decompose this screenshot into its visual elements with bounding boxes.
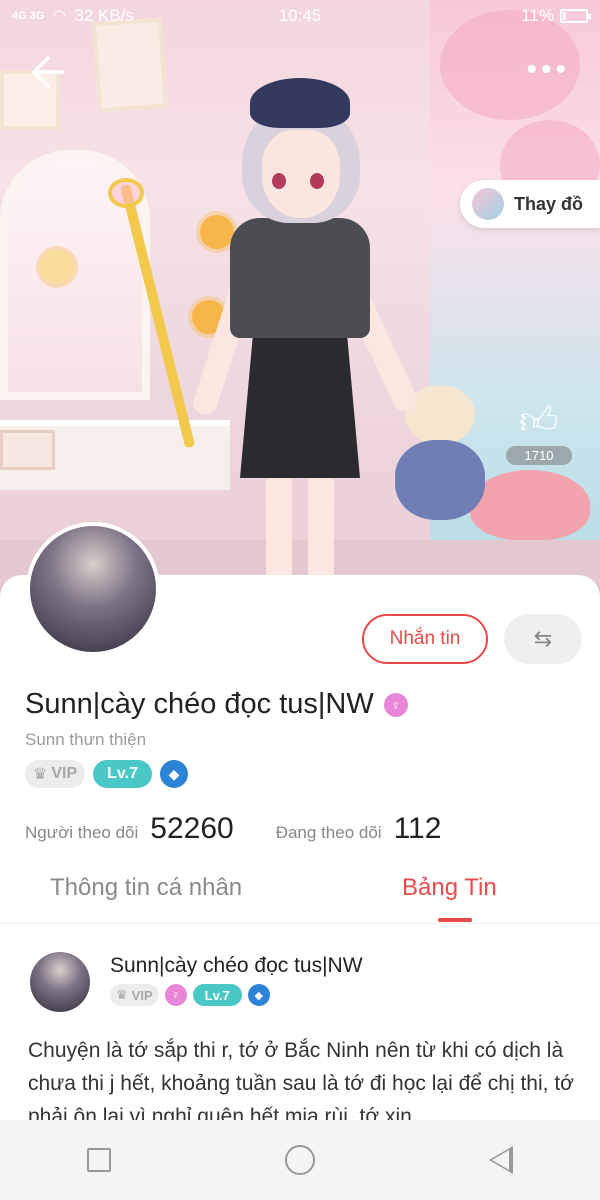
message-button[interactable]: Nhắn tin	[362, 614, 488, 664]
post-text[interactable]: Chuyện là tớ sắp thi r, tớ ở Bắc Ninh nê…	[28, 1034, 578, 1120]
level-badge[interactable]: Lv.7	[93, 760, 152, 788]
level-badge: Lv.7	[192, 984, 242, 1006]
tab-personal-info[interactable]: Thông tin cá nhân	[50, 874, 242, 902]
profile-name-row: Sunn|cày chéo đọc tus|NW ♀	[25, 688, 408, 721]
profile-subtitle: Sunn thưn thiện	[25, 730, 147, 749]
clock: 10:45	[278, 6, 322, 25]
recent-apps-icon[interactable]	[87, 1148, 111, 1172]
like-button[interactable]: 👍︎ 1710	[506, 400, 572, 465]
profile-badges: ♛ VIP Lv.7 ◆	[25, 760, 188, 788]
following-label[interactable]: Đang theo dõi	[276, 823, 382, 843]
heart-cushion	[470, 470, 590, 540]
vip-badge[interactable]: ♛ VIP	[25, 760, 86, 788]
post-author-name[interactable]: Sunn|cày chéo đọc tus|NW	[110, 954, 363, 978]
back-arrow-icon[interactable]	[26, 52, 70, 96]
post-author-avatar[interactable]	[30, 952, 90, 1012]
drawer	[0, 430, 55, 470]
profile-avatar[interactable]	[26, 522, 160, 656]
followers-count[interactable]: 52260	[150, 812, 233, 846]
diamond-badge-icon[interactable]: ◆	[159, 760, 188, 788]
vip-badge: ♛ VIP	[110, 984, 159, 1006]
like-count: 1710	[506, 446, 572, 465]
vip-label: VIP	[131, 987, 153, 1003]
following-count[interactable]: 112	[394, 812, 442, 846]
profile-banner	[0, 0, 600, 600]
diamond-badge-icon: ◆	[247, 984, 270, 1006]
change-outfit-label: Thay đồ	[514, 193, 584, 214]
post-author-badges: ♛ VIP ♀ Lv.7 ◆	[110, 984, 270, 1006]
tab-feed[interactable]: Bảng Tin	[402, 874, 497, 902]
avatar-character	[190, 78, 421, 598]
swap-arrows-icon[interactable]: ⇆	[504, 614, 582, 664]
followers-label[interactable]: Người theo dõi	[25, 823, 138, 843]
thumbs-up-icon: 👍︎	[519, 400, 559, 442]
outfit-avatar-icon	[472, 188, 504, 220]
active-tab-indicator	[438, 918, 472, 922]
status-bar: 4G 3G ◠ 32 KB/s 10:45 11%	[0, 0, 600, 32]
home-icon[interactable]	[285, 1145, 315, 1175]
female-icon: ♀	[164, 984, 187, 1006]
female-icon: ♀	[383, 692, 408, 717]
system-nav-bar	[0, 1120, 600, 1200]
flower-decoration	[40, 250, 74, 284]
crown-icon: ♛	[116, 987, 128, 1002]
crown-icon: ♛	[33, 766, 48, 783]
follow-stats: Người theo dõi 52260 Đang theo dõi 112	[25, 812, 441, 846]
magic-wand-head	[108, 178, 144, 208]
vip-label: VIP	[51, 765, 78, 782]
change-outfit-button[interactable]: Thay đồ	[460, 180, 600, 228]
profile-name: Sunn|cày chéo đọc tus|NW	[25, 688, 374, 720]
more-dots-icon[interactable]: •••	[526, 55, 570, 85]
battery-icon	[560, 9, 591, 23]
profile-tabs: Thông tin cá nhân Bảng Tin	[0, 868, 600, 924]
back-icon[interactable]	[489, 1146, 513, 1174]
